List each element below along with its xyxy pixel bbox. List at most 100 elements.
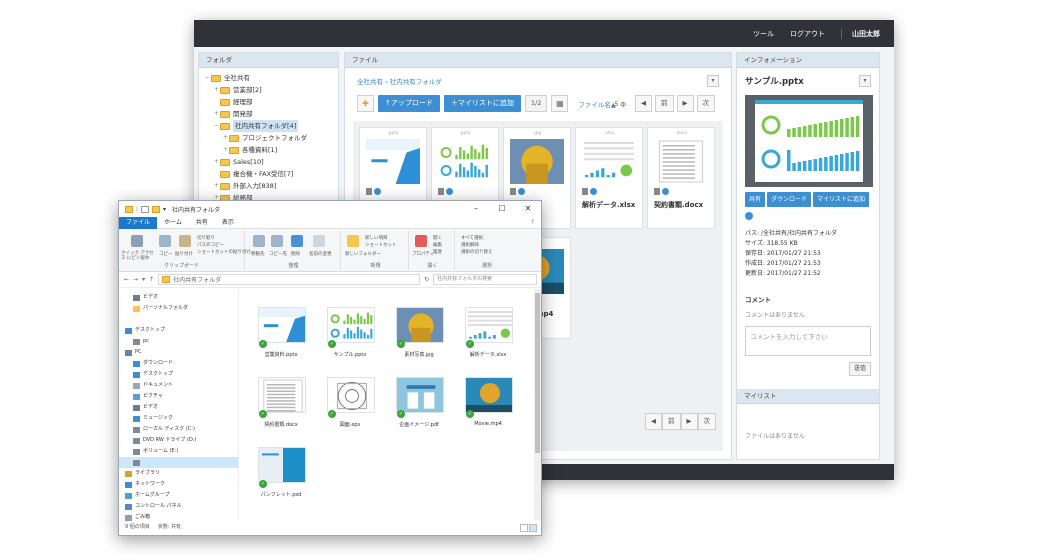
close-icon[interactable]: ✕: [515, 201, 541, 217]
new-item-label[interactable]: 新しい項目: [365, 235, 388, 241]
download-button[interactable]: ダウンロード: [767, 192, 812, 207]
nav-item[interactable]: ローカル ディスク (C:): [119, 424, 238, 435]
nav-item[interactable]: デスクトップ: [119, 325, 238, 336]
move-to-label[interactable]: 移動先: [251, 251, 265, 257]
nav-item[interactable]: ビデオ: [119, 402, 238, 413]
chevron-down-icon[interactable]: ▾: [707, 75, 719, 87]
paste-shortcut-label[interactable]: ショートカットの貼り付け: [197, 249, 251, 255]
copy-to-label[interactable]: コピー先: [269, 251, 287, 257]
delete-label[interactable]: 削除: [291, 251, 300, 257]
tab-home[interactable]: ホーム: [157, 217, 189, 229]
prev-page-button[interactable]: 前: [655, 95, 674, 112]
nav-item[interactable]: ライブラリ: [119, 468, 238, 479]
rename-label[interactable]: 名前の変更: [309, 251, 332, 257]
tab-share[interactable]: 共有: [189, 217, 215, 229]
chevron-down-icon[interactable]: ▾: [163, 206, 166, 213]
nav-item[interactable]: ピクチャ: [119, 391, 238, 402]
file-item[interactable]: ✓ 素材写真.jpg: [384, 307, 454, 367]
tool-link[interactable]: ツール: [753, 29, 774, 39]
forward-icon[interactable]: →: [133, 276, 138, 283]
nav-item[interactable]: パーソナルフォルダ: [119, 303, 238, 314]
post-comment-button[interactable]: 送信: [848, 362, 871, 376]
folder-tree-item[interactable]: − 社内共有フォルダ[4]: [205, 120, 338, 132]
tab-file[interactable]: ファイル: [119, 216, 158, 229]
folder-tree-item[interactable]: + Sales[10]: [205, 156, 338, 168]
help-icon[interactable]: ?: [524, 217, 541, 229]
nav-item[interactable]: ネットワーク: [119, 479, 238, 490]
up-icon[interactable]: ↑: [149, 276, 154, 283]
properties-icon[interactable]: [415, 235, 427, 247]
breadcrumb[interactable]: 全社共有 › 社内共有フォルダ: [357, 76, 442, 86]
new-folder-icon[interactable]: ✚: [357, 95, 374, 112]
back-icon[interactable]: ←: [124, 276, 129, 283]
minimize-icon[interactable]: –: [463, 201, 489, 217]
file-card[interactable]: .xlsx 解析データ.xlsx: [575, 127, 643, 229]
copy-path-label[interactable]: パスのコピー: [197, 242, 224, 248]
next-page-icon[interactable]: ▶: [676, 95, 694, 112]
refresh-icon[interactable]: ↻: [424, 276, 429, 283]
delete-icon[interactable]: [291, 235, 303, 247]
edit-label[interactable]: 編集: [433, 242, 442, 248]
search-input[interactable]: 社内共有フォルダの検索: [433, 274, 538, 285]
file-item[interactable]: ✓ 営業資料.pptx: [246, 307, 316, 367]
first-page-icon[interactable]: ◀: [635, 95, 652, 112]
copy-to-icon[interactable]: [271, 235, 283, 247]
prev-page-icon[interactable]: ◀: [645, 413, 662, 430]
nav-item[interactable]: [119, 457, 238, 468]
folder-tree-item[interactable]: 経理部: [205, 96, 338, 108]
file-item[interactable]: ✓ サンプル.pptx: [315, 307, 385, 367]
paste-label[interactable]: 貼り付け: [175, 251, 193, 257]
next-page-button-bottom[interactable]: 次: [697, 413, 716, 430]
new-folder-icon[interactable]: [152, 205, 161, 213]
properties-label[interactable]: プロパティ: [412, 251, 434, 257]
folder-tree-item[interactable]: + 営業部[2]: [205, 84, 338, 96]
nav-item[interactable]: ミュージック: [119, 413, 238, 424]
paste-icon[interactable]: [179, 235, 191, 247]
open-label[interactable]: 開く: [433, 235, 442, 241]
shortcut-label[interactable]: ショートカット: [365, 242, 397, 248]
copy-label[interactable]: コピー: [159, 251, 173, 257]
chevron-down-icon[interactable]: ▾: [142, 276, 145, 283]
nav-item[interactable]: [119, 314, 238, 325]
prev-page-button-bottom[interactable]: 前: [662, 413, 681, 430]
nav-item[interactable]: pc: [119, 336, 238, 347]
nav-item[interactable]: ダウンロード: [119, 358, 238, 369]
folder-tree-item[interactable]: 複合機・FAX受信[7]: [205, 168, 338, 180]
cut-label[interactable]: 切り取り: [197, 235, 215, 241]
file-item[interactable]: ✓ 契約書類.docx: [246, 377, 316, 437]
pin-quick-access-label[interactable]: クイック アクセス にピン留め: [121, 251, 155, 261]
comment-input[interactable]: コメントを入力して下さい: [745, 326, 871, 356]
large-icons-view-icon[interactable]: [529, 524, 537, 532]
upload-button[interactable]: ↑アップロード: [378, 95, 440, 112]
file-item[interactable]: ✓ 解析データ.xlsx: [453, 307, 523, 367]
next-page-icon[interactable]: ▶: [680, 413, 698, 430]
file-card[interactable]: .docx 契約書類.docx: [647, 127, 715, 229]
history-label[interactable]: 履歴: [433, 249, 442, 255]
copy-icon[interactable]: [159, 235, 171, 247]
nav-item[interactable]: ドキュメント: [119, 380, 238, 391]
select-all-label[interactable]: すべて選択: [461, 235, 483, 241]
sort-by-name-link[interactable]: ファイル名▲: [578, 99, 616, 109]
details-view-icon[interactable]: [520, 524, 528, 532]
address-field[interactable]: 社内共有フォルダ: [158, 274, 421, 285]
nav-item[interactable]: ビデオ: [119, 292, 238, 303]
share-button[interactable]: 共有: [745, 192, 766, 207]
nav-item[interactable]: ボリューム (E:): [119, 446, 238, 457]
folder-tree-item[interactable]: + 外部入力[838]: [205, 180, 338, 192]
file-item[interactable]: ✓ 企画イメージ.pdf: [384, 377, 454, 437]
file-item[interactable]: ✓ 図面.eps: [315, 377, 385, 437]
rename-icon[interactable]: [313, 235, 325, 247]
pin-icon[interactable]: [131, 235, 143, 247]
invert-selection-label[interactable]: 選択の切り替え: [461, 249, 493, 255]
move-to-icon[interactable]: [253, 235, 265, 247]
select-none-label[interactable]: 選択解除: [461, 242, 479, 248]
nav-item[interactable]: ホームグループ: [119, 490, 238, 501]
nav-item[interactable]: PC: [119, 347, 238, 358]
add-to-mylist-button[interactable]: マイリストに追加: [813, 192, 870, 207]
nav-item[interactable]: DVD RW ドライブ (D:): [119, 435, 238, 446]
grid-view-icon[interactable]: ▦: [551, 95, 569, 112]
user-name[interactable]: 山田太郎: [841, 28, 880, 39]
file-item[interactable]: ✓ パンフレット.psd: [246, 447, 316, 507]
nav-item[interactable]: コントロール パネル: [119, 501, 238, 512]
tab-view[interactable]: 表示: [215, 217, 241, 229]
